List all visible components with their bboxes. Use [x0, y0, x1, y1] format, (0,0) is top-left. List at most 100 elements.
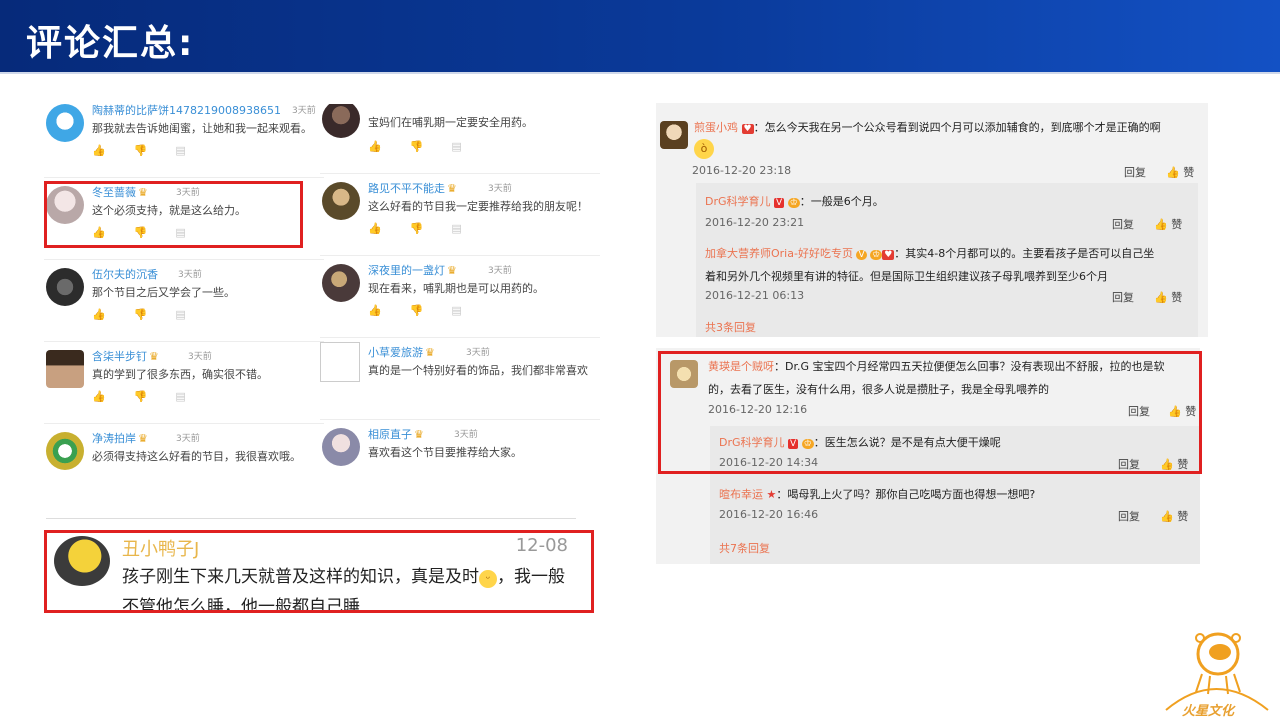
like-icon: 👍	[1154, 291, 1168, 304]
level-badge-icon: ♔	[787, 198, 800, 208]
thumbs-down-icon[interactable]: 👎	[134, 390, 148, 403]
list-item: 伍尔夫的沉香 3天前 那个节目之后又学会了一些。 👍 👎 ▤	[44, 260, 324, 342]
thumbs-up-icon[interactable]: 👍	[92, 390, 106, 403]
star-icon: ★	[766, 488, 777, 501]
comment-time: 3天前	[454, 430, 478, 440]
thumbs-up-icon[interactable]: 👍	[368, 140, 382, 153]
comment-actions: 👍 👎 ▤	[368, 222, 490, 235]
comment-username[interactable]: 小草爱旅游 ♛	[368, 344, 435, 360]
thumbs-up-icon[interactable]: 👍	[92, 308, 106, 321]
reply-list: DrG科学育儿 V ♔ ：一般是6个月。 2016-12-20 23:21 回复 …	[696, 183, 1198, 337]
comment-username[interactable]: 路见不平不能走 ♛	[368, 180, 457, 196]
comments-column-b: 宝妈们在哺乳期一定要安全用药。 👍 👎 ▤ 路见不平不能走 ♛ 3天前 这么好看的节目…	[320, 104, 600, 476]
reply-button[interactable]: 回复	[1112, 289, 1134, 305]
avatar[interactable]	[322, 104, 360, 138]
like-icon: 👍	[1160, 510, 1174, 523]
company-logo: 火星文化	[1160, 628, 1272, 719]
avatar[interactable]	[660, 121, 688, 149]
comment-actions: 👍 👎 ▤	[92, 308, 214, 321]
thumbs-down-icon[interactable]: 👎	[410, 222, 424, 235]
comment-username[interactable]	[368, 104, 424, 107]
comment-username[interactable]: 暄布幸运	[719, 488, 763, 501]
reply-button[interactable]: 回复	[1124, 164, 1146, 180]
comment-text: ：一般是6个月。	[799, 195, 884, 208]
reply-button[interactable]: 回复	[1118, 508, 1140, 524]
comment-time: 3天前	[466, 348, 490, 358]
crown-icon: ♛	[414, 428, 424, 441]
comment-icon[interactable]: ▤	[451, 304, 461, 317]
comment-icon[interactable]: ▤	[451, 222, 461, 235]
avatar[interactable]	[46, 350, 84, 388]
surprised-emoji-icon: ò	[694, 139, 714, 159]
comment-username[interactable]: 陶赫蒂的比萨饼1478219008938651	[92, 104, 281, 118]
avatar[interactable]	[46, 268, 84, 306]
avatar[interactable]	[46, 432, 84, 470]
thumbs-up-icon[interactable]: 👍	[92, 144, 106, 157]
comment-text: 那我就去告诉她闺蜜，让她和我一起来观看。	[92, 122, 312, 135]
vip-v-icon: V	[856, 250, 867, 260]
comment-username[interactable]: 加拿大营养师Oria-好好吃专页	[705, 247, 853, 260]
section-divider	[46, 518, 576, 519]
logo-text: 火星文化	[1182, 704, 1235, 719]
list-item: 含柒半步钉 ♛ 3天前 真的学到了很多东西，确实很不错。 👍 👎 ▤	[44, 342, 324, 424]
avatar[interactable]	[322, 428, 360, 466]
more-replies-link[interactable]: 共7条回复	[719, 540, 770, 556]
avatar[interactable]	[322, 264, 360, 302]
comment-actions: 👍 👎 ▤	[92, 390, 214, 403]
comment-time: 3天前	[176, 434, 200, 444]
comment-username[interactable]: 相原直子 ♛	[368, 426, 424, 442]
like-button[interactable]: 👍 赞	[1160, 508, 1188, 524]
avatar[interactable]	[46, 104, 84, 142]
vip-badge-icon: ♥	[741, 124, 754, 134]
comment-username[interactable]: 伍尔夫的沉香	[92, 266, 158, 282]
avatar[interactable]	[322, 182, 360, 220]
thumbs-up-icon[interactable]: 👍	[368, 222, 382, 235]
comment-username[interactable]: 含柒半步钉 ♛	[92, 348, 159, 364]
verified-v-icon: V	[774, 198, 785, 208]
like-button[interactable]: 👍 赞	[1166, 164, 1194, 180]
comment-text: ：怎么今天我在另一个公众号看到说四个月可以添加辅食的，到底哪个才是正确的啊	[753, 121, 1161, 134]
avatar[interactable]	[320, 342, 360, 382]
slide-header: 评论汇总:	[0, 0, 1280, 72]
crown-icon: ♛	[425, 346, 435, 359]
thumbs-down-icon[interactable]: 👎	[134, 144, 148, 157]
comment-icon[interactable]: ▤	[175, 144, 185, 157]
thumbs-down-icon[interactable]: 👎	[134, 308, 148, 321]
comment-time: 3天前	[188, 352, 212, 362]
reply-line: 加拿大营养师Oria-好好吃专页 V ♔ ♥ ：其实4-8个月都可以的。主要看孩子是…	[705, 245, 1154, 261]
comment-username[interactable]: DrG科学育儿	[705, 195, 771, 208]
comment-icon[interactable]: ▤	[175, 308, 185, 321]
like-button[interactable]: 👍 赞	[1154, 289, 1182, 305]
comment-date: 2016-12-20 16:46	[719, 508, 819, 521]
comment-actions: 👍 👎 ▤	[368, 304, 490, 317]
like-button[interactable]: 👍 赞	[1154, 216, 1182, 232]
comment-actions: 👍 👎 ▤	[92, 144, 214, 157]
comment-username[interactable]: 净涛拍岸 ♛	[92, 430, 148, 446]
comment-username[interactable]: 深夜里的一盏灯 ♛	[368, 262, 457, 278]
comment-time: 3天前	[292, 106, 316, 116]
reply-button[interactable]: 回复	[1112, 216, 1134, 232]
comment-time: 3天前	[488, 184, 512, 194]
comment-text-continued: 着和另外几个视频里有讲的特征。但是国际卫生组织建议孩子母乳喂养到至少6个月	[705, 270, 1108, 283]
comment-time: 3天前	[488, 266, 512, 276]
thumbs-down-icon[interactable]: 👎	[410, 304, 424, 317]
comment-date: 2016-12-21 06:13	[705, 289, 805, 302]
reply-line: DrG科学育儿 V ♔ ：一般是6个月。	[705, 193, 884, 209]
thumbs-up-icon[interactable]: 👍	[368, 304, 382, 317]
comment-text: 必须得支持这么好看的节目，我很喜欢哦。	[92, 450, 301, 463]
highlight-box-left	[44, 181, 303, 248]
comment-text: 那个节目之后又学会了一些。	[92, 286, 235, 299]
comment-date: 2016-12-20 23:21	[705, 216, 805, 229]
more-replies-link[interactable]: 共3条回复	[705, 319, 756, 335]
comment-icon[interactable]: ▤	[175, 390, 185, 403]
thumbs-down-icon[interactable]: 👎	[410, 140, 424, 153]
comment-text: 喜欢看这个节目要推荐给大家。	[368, 446, 522, 459]
comment-icon[interactable]: ▤	[451, 140, 461, 153]
slide-title: 评论汇总:	[26, 23, 195, 64]
crown-icon: ♛	[149, 350, 159, 363]
like-icon: 👍	[1166, 166, 1180, 179]
comments-column-a: 陶赫蒂的比萨饼1478219008938651 3天前 那我就去告诉她闺蜜，让她…	[44, 104, 324, 476]
comment-text: ：其实4-8个月都可以的。主要看孩子是否可以自己坐	[894, 247, 1155, 260]
comment-text: 真的学到了很多东西，确实很不错。	[92, 368, 268, 381]
comment-username[interactable]: 煎蛋小鸡	[694, 121, 738, 134]
